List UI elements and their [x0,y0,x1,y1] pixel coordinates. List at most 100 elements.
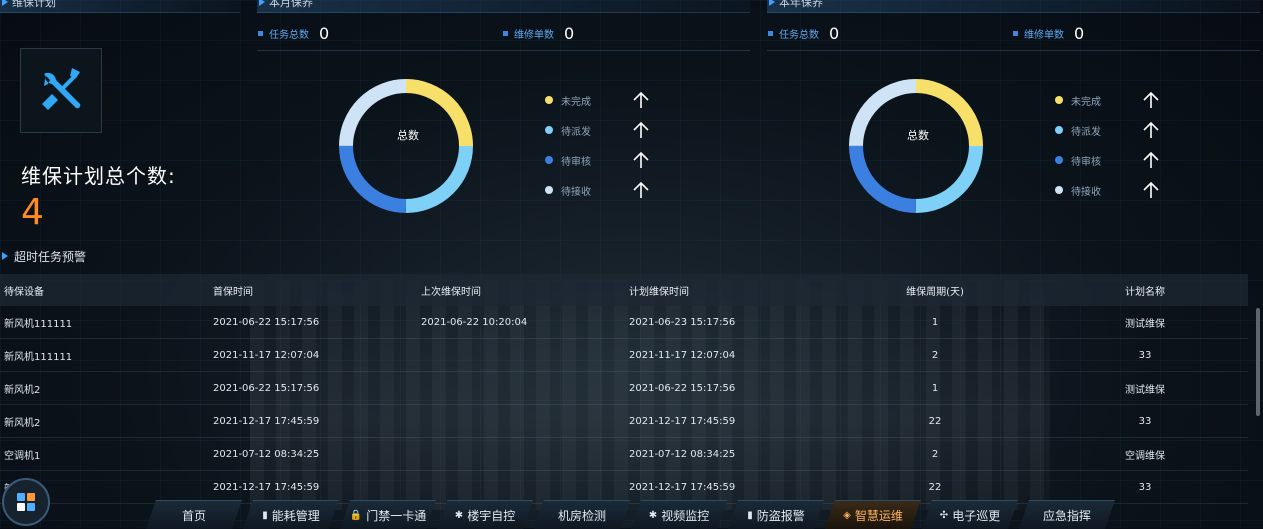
nav-item-video[interactable]: ✱ 视频监控 [631,500,727,529]
triangle-icon [769,0,775,6]
legend-label: 待派发 [1071,126,1101,138]
legend-dot [1055,156,1063,164]
column-header: 待保设备 [4,286,44,298]
panel-header-monthly: 本月保养 [257,0,750,13]
app-menu-button[interactable] [2,478,50,526]
table-cell: 2021-07-12 08:34:25 [213,448,320,460]
arrow-up-icon [1143,121,1159,138]
table-scrollbar[interactable] [1256,308,1260,416]
table-row[interactable]: 新风机111111 2021-11-17 12:07:04 2021-11-17… [0,339,1248,372]
nav-item-energy[interactable]: ▮ 能耗管理 [243,500,339,529]
divider [767,50,1260,51]
maintenance-tool-box [20,48,102,133]
arrow-up-icon [633,181,649,198]
nav-item-label: 智慧运维 [854,508,903,523]
column-header: 首保时间 [213,286,253,298]
table-cell: 新风机2 [4,417,41,429]
table-row[interactable]: 空调机1 2021-07-12 08:34:25 2021-07-12 08:3… [0,438,1248,471]
table-cell: 新风机111111 [4,318,73,330]
table-cell: 空调机1 [4,450,41,462]
legend-row: 待派发 [545,115,651,145]
table-cell: 2021-12-17 17:45:59 [629,481,736,493]
table-cell: 22 [928,415,942,427]
table-cell: 新风机2 [4,384,41,396]
grid-menu-icon [17,493,35,511]
table-cell: 2021-12-17 17:45:59 [213,481,320,493]
table-cell: 2021-06-22 15:17:56 [213,382,320,394]
table-cell: 2021-06-22 15:17:56 [213,316,320,328]
triangle-icon [259,0,265,6]
monthly-repair-total-label: 维修单数 [514,30,554,41]
gear-icon: ✱ [454,509,464,521]
legend-row: 待审核 [1055,145,1161,175]
gear-icon: ✱ [648,509,658,521]
monthly-repair-total-value: 0 [564,24,575,43]
panel-header-yearly: 本年保养 [767,0,1260,13]
table-cell: 2021-06-22 10:20:04 [421,316,528,328]
nav-item-building-automation[interactable]: ✱ 楼宇自控 [437,500,533,529]
nav-item-label: 门禁一卡通 [366,508,427,523]
nav-item-label: 防盗报警 [756,508,805,523]
table-cell: 2021-06-22 15:17:56 [629,382,736,394]
legend-label: 待审核 [561,156,591,168]
nav-item-emergency[interactable]: 应急指挥 [1019,500,1115,529]
table-cell: 测试维保 [1125,318,1165,330]
triangle-icon [2,252,8,260]
table-cell: 2 [931,349,939,361]
monthly-task-total-label: 任务总数 [269,30,309,41]
nav-item-label: 机房检测 [557,508,606,523]
nav-item-label: 首页 [181,508,206,523]
table-cell: 2021-07-12 08:34:25 [629,448,736,460]
column-header: 维保周期(天) [906,286,964,298]
legend-dot [545,126,553,134]
plan-total-label: 维保计划总个数: [21,164,176,188]
legend-row: 待派发 [1055,115,1161,145]
table-cell: 2021-12-17 17:45:59 [629,415,736,427]
square-icon [503,31,508,36]
nav-item-label: 楼宇自控 [467,508,516,523]
table-cell: 2021-11-17 12:07:04 [629,349,736,361]
table-cell: 22 [928,481,942,493]
yearly-task-total-value: 0 [829,24,840,43]
legend-dot [545,156,553,164]
arrow-up-icon [633,121,649,138]
monthly-donut-chart [339,79,473,213]
legend-dot [1055,96,1063,104]
legend-row: 未完成 [545,85,651,115]
legend-dot [545,186,553,194]
table-row[interactable]: 新风机2 2021-12-17 17:45:59 2021-12-17 17:4… [0,405,1248,438]
table-row[interactable]: 新风机111111 2021-06-22 15:17:56 2021-06-22… [0,306,1248,339]
legend-label: 待接收 [1071,186,1101,198]
square-icon [1013,31,1018,36]
nav-item-label: 电子巡更 [952,508,1001,523]
legend-row: 待接收 [1055,175,1161,205]
patrol-icon: ✣ [939,509,949,521]
column-header: 上次维保时间 [421,286,481,298]
nav-item-alarm[interactable]: ▮ 防盗报警 [728,500,824,529]
nav-item-smart-ops[interactable]: ◈ 智慧运维 [825,500,921,529]
plan-total-value: 4 [21,192,44,233]
square-icon [258,31,263,36]
table-cell: 2021-11-17 12:07:04 [213,349,320,361]
table-row[interactable]: 新风机2 2021-06-22 15:17:56 2021-06-22 15:1… [0,372,1248,405]
nav-item-patrol[interactable]: ✣ 电子巡更 [922,500,1018,529]
building-icon: ▮ [747,509,753,521]
arrow-up-icon [1143,91,1159,108]
yearly-task-total: 任务总数 0 [768,24,839,43]
nav-item-access[interactable]: 🔒 门禁一卡通 [340,500,436,529]
table-cell: 1 [931,382,939,394]
nav-item-label: 能耗管理 [271,508,320,523]
legend-row: 待审核 [545,145,651,175]
alert-section-header: 超时任务预警 [0,246,1263,266]
panel-title-yearly: 本年保养 [779,0,823,9]
wrench-screwdriver-icon [42,67,81,110]
yearly-legend: 未完成 待派发 待审核 待接收 [1055,85,1161,205]
legend-dot [545,96,553,104]
nav-item-home[interactable]: 首页 [146,500,242,529]
nav-item-machine-room[interactable]: 机房检测 [534,500,630,529]
table-header: 待保设备 首保时间 上次维保时间 计划维保时间 维保周期(天) 计划名称 [0,274,1248,306]
divider [257,50,750,51]
building-icon: ▮ [262,509,268,521]
alert-section-title: 超时任务预警 [14,250,87,264]
table-cell: 空调维保 [1125,450,1165,462]
